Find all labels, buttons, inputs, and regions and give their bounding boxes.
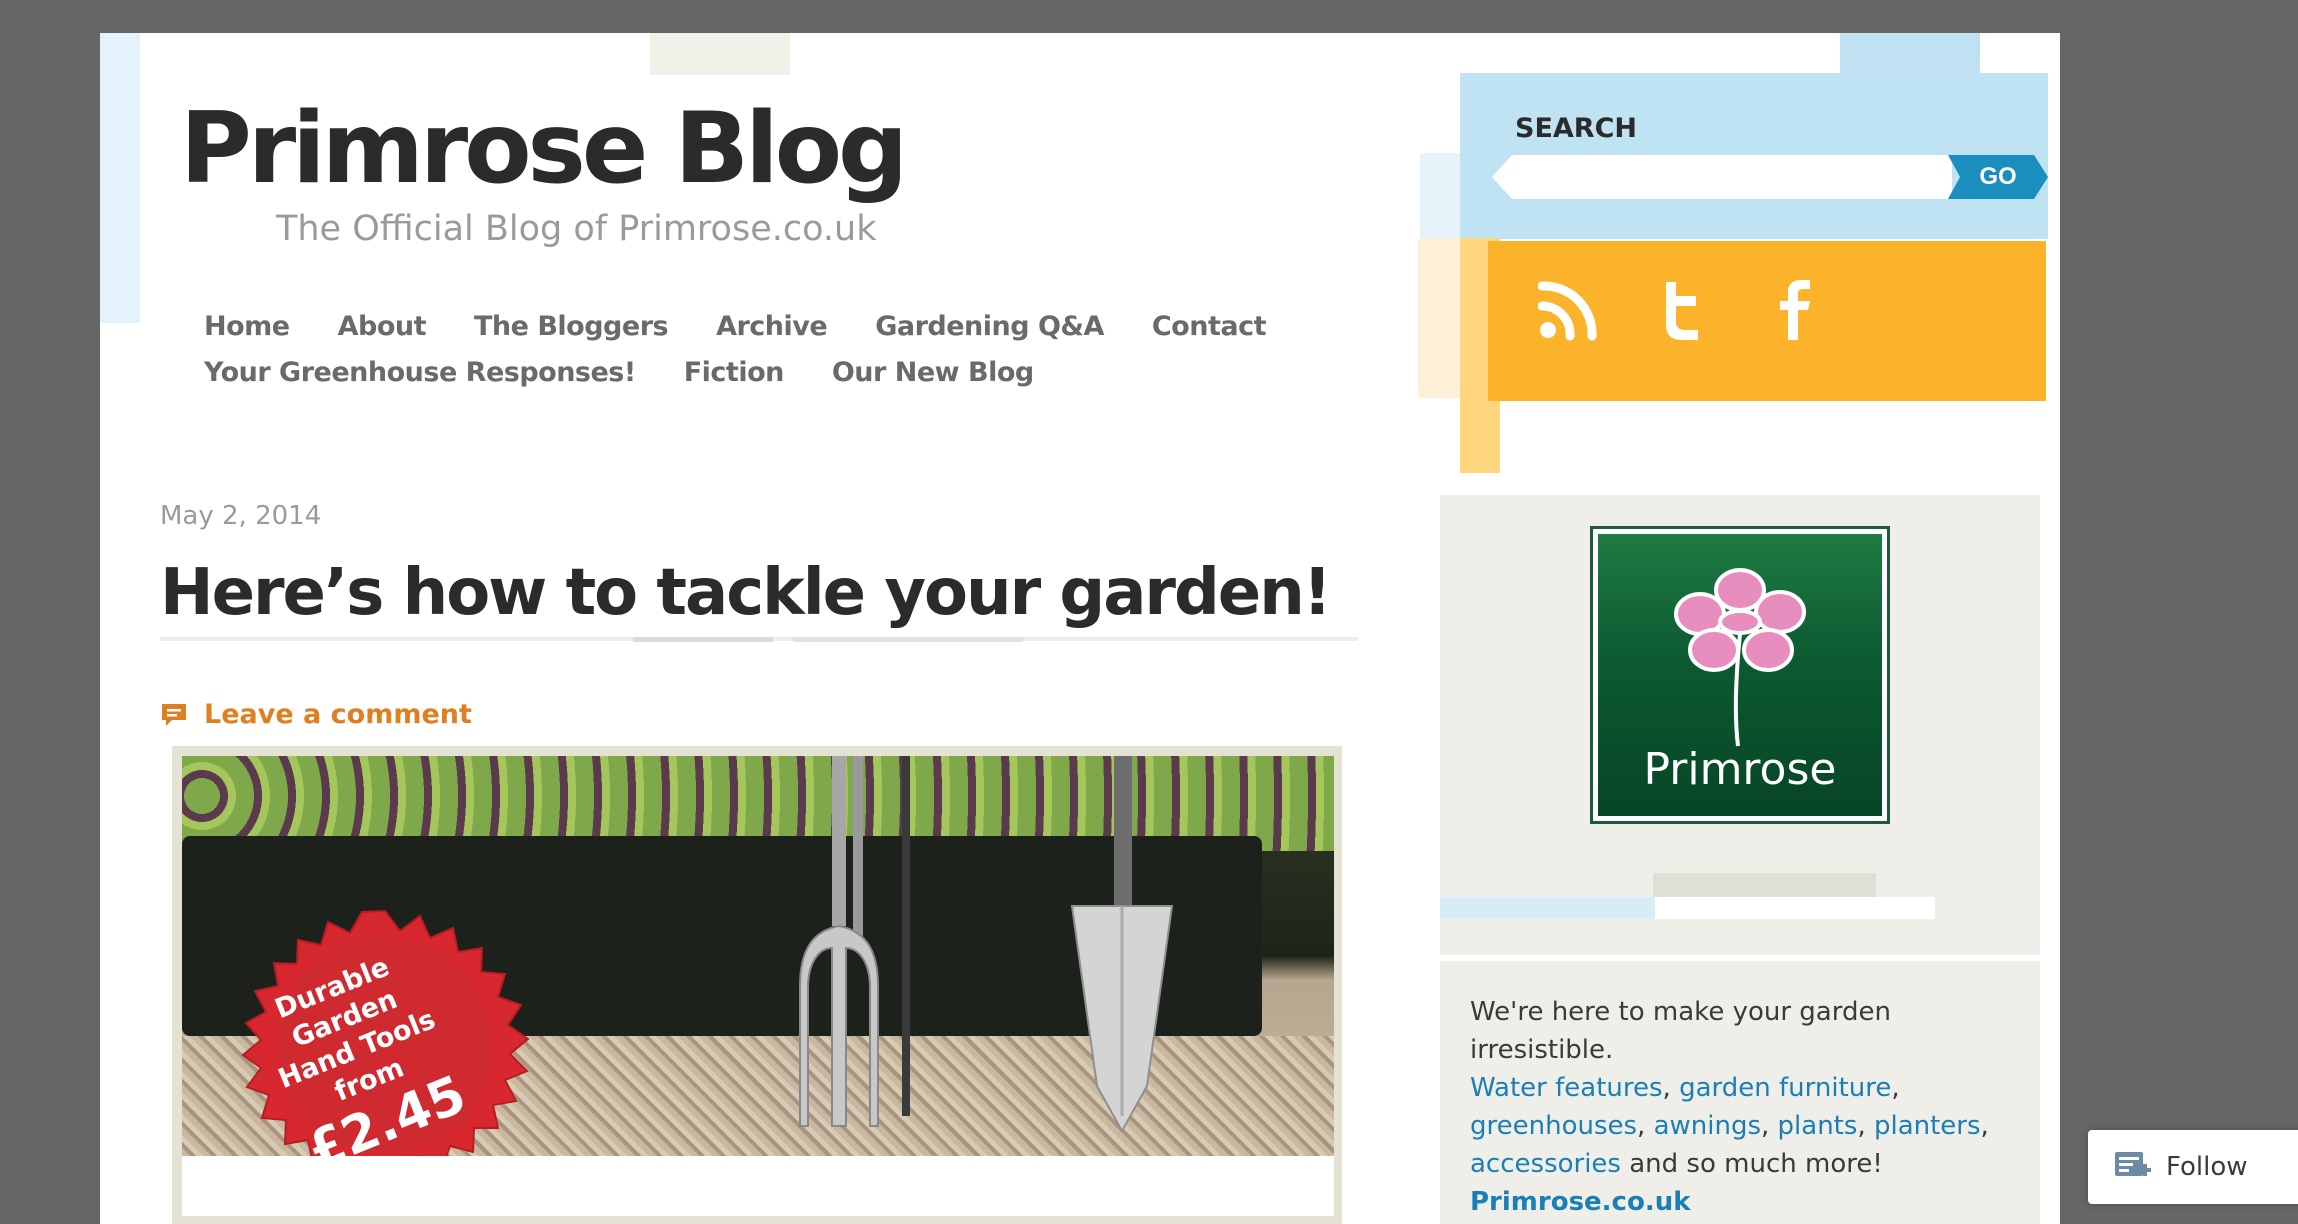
- follow-reader-icon: [2115, 1152, 2151, 1176]
- decorative-block: [650, 33, 790, 75]
- decorative-block: [1653, 873, 1876, 897]
- comment-icon: [162, 703, 186, 726]
- link-accessories[interactable]: accessories: [1470, 1149, 1621, 1179]
- follow-label: Follow: [2166, 1152, 2248, 1182]
- decorative-block: [1840, 33, 1980, 75]
- about-text: We're here to make your garden irresisti…: [1470, 997, 1989, 1217]
- link-plants[interactable]: plants: [1778, 1111, 1858, 1141]
- facebook-icon[interactable]: [1766, 278, 1826, 342]
- nav-item-fiction[interactable]: Fiction: [684, 357, 785, 388]
- link-awnings[interactable]: awnings: [1654, 1111, 1761, 1141]
- trowel-illustration: [1070, 756, 1174, 1134]
- link-primrose-site[interactable]: Primrose.co.uk: [1470, 1187, 1691, 1217]
- decorative-block: [1440, 897, 1655, 919]
- logo-background: Primrose: [1598, 534, 1882, 816]
- nav-item-about[interactable]: About: [338, 311, 427, 342]
- link-greenhouses[interactable]: greenhouses: [1470, 1111, 1637, 1141]
- page: Primrose Blog The Official Blog of Primr…: [100, 33, 2060, 1224]
- nav-row: Home About The Bloggers Archive Gardenin…: [204, 303, 1304, 349]
- twitter-icon[interactable]: [1652, 278, 1712, 342]
- leave-comment-label: Leave a comment: [204, 699, 472, 730]
- search-go-button[interactable]: GO: [1948, 155, 2048, 199]
- nav-item-our-new-blog[interactable]: Our New Blog: [832, 357, 1034, 388]
- post-date[interactable]: May 2, 2014: [160, 501, 321, 531]
- post-image-frame: Durable Garden Hand Tools from £2.45: [172, 746, 1342, 1224]
- link-water-features[interactable]: Water features: [1470, 1073, 1663, 1103]
- post-image[interactable]: Durable Garden Hand Tools from £2.45: [182, 756, 1334, 1156]
- decorative-bar: [100, 33, 140, 323]
- link-garden-furniture[interactable]: garden furniture: [1679, 1073, 1891, 1103]
- logo-wordmark: Primrose: [1643, 744, 1837, 795]
- nav-item-the-bloggers[interactable]: The Bloggers: [474, 311, 669, 342]
- main-nav: Home About The Bloggers Archive Gardenin…: [204, 303, 1304, 395]
- nav-item-greenhouse-responses[interactable]: Your Greenhouse Responses!: [204, 357, 636, 388]
- nav-item-home[interactable]: Home: [204, 311, 290, 342]
- about-intro: We're here to make your garden irresisti…: [1470, 997, 1891, 1065]
- about-tail: and so much more!: [1629, 1149, 1883, 1179]
- site-title[interactable]: Primrose Blog: [180, 93, 908, 206]
- nav-item-archive[interactable]: Archive: [716, 311, 828, 342]
- search-input[interactable]: [1492, 155, 1952, 199]
- title-divider-accent: [633, 637, 773, 642]
- flower-icon: [1674, 568, 1806, 747]
- post-title[interactable]: Here’s how to tackle your garden!: [160, 555, 1332, 632]
- leave-comment-link[interactable]: Leave a comment: [160, 699, 472, 730]
- search-title: SEARCH: [1515, 113, 1637, 144]
- link-planters[interactable]: planters: [1874, 1111, 1981, 1141]
- hand-fork-illustration: [799, 756, 910, 1127]
- nav-item-gardening-qa[interactable]: Gardening Q&A: [875, 311, 1104, 342]
- follow-button[interactable]: Follow ●: [2088, 1130, 2298, 1204]
- nav-item-contact[interactable]: Contact: [1152, 311, 1267, 342]
- decorative-block: [1655, 897, 1935, 919]
- nav-row: Your Greenhouse Responses! Fiction Our N…: [204, 349, 1304, 395]
- rss-icon[interactable]: [1538, 278, 1598, 342]
- image-caption-area: [182, 1156, 1334, 1216]
- site-tagline: The Official Blog of Primrose.co.uk: [276, 209, 877, 249]
- social-icons: [1538, 278, 1826, 342]
- primrose-logo[interactable]: Primrose: [1590, 526, 1890, 824]
- title-divider-accent: [793, 637, 1023, 642]
